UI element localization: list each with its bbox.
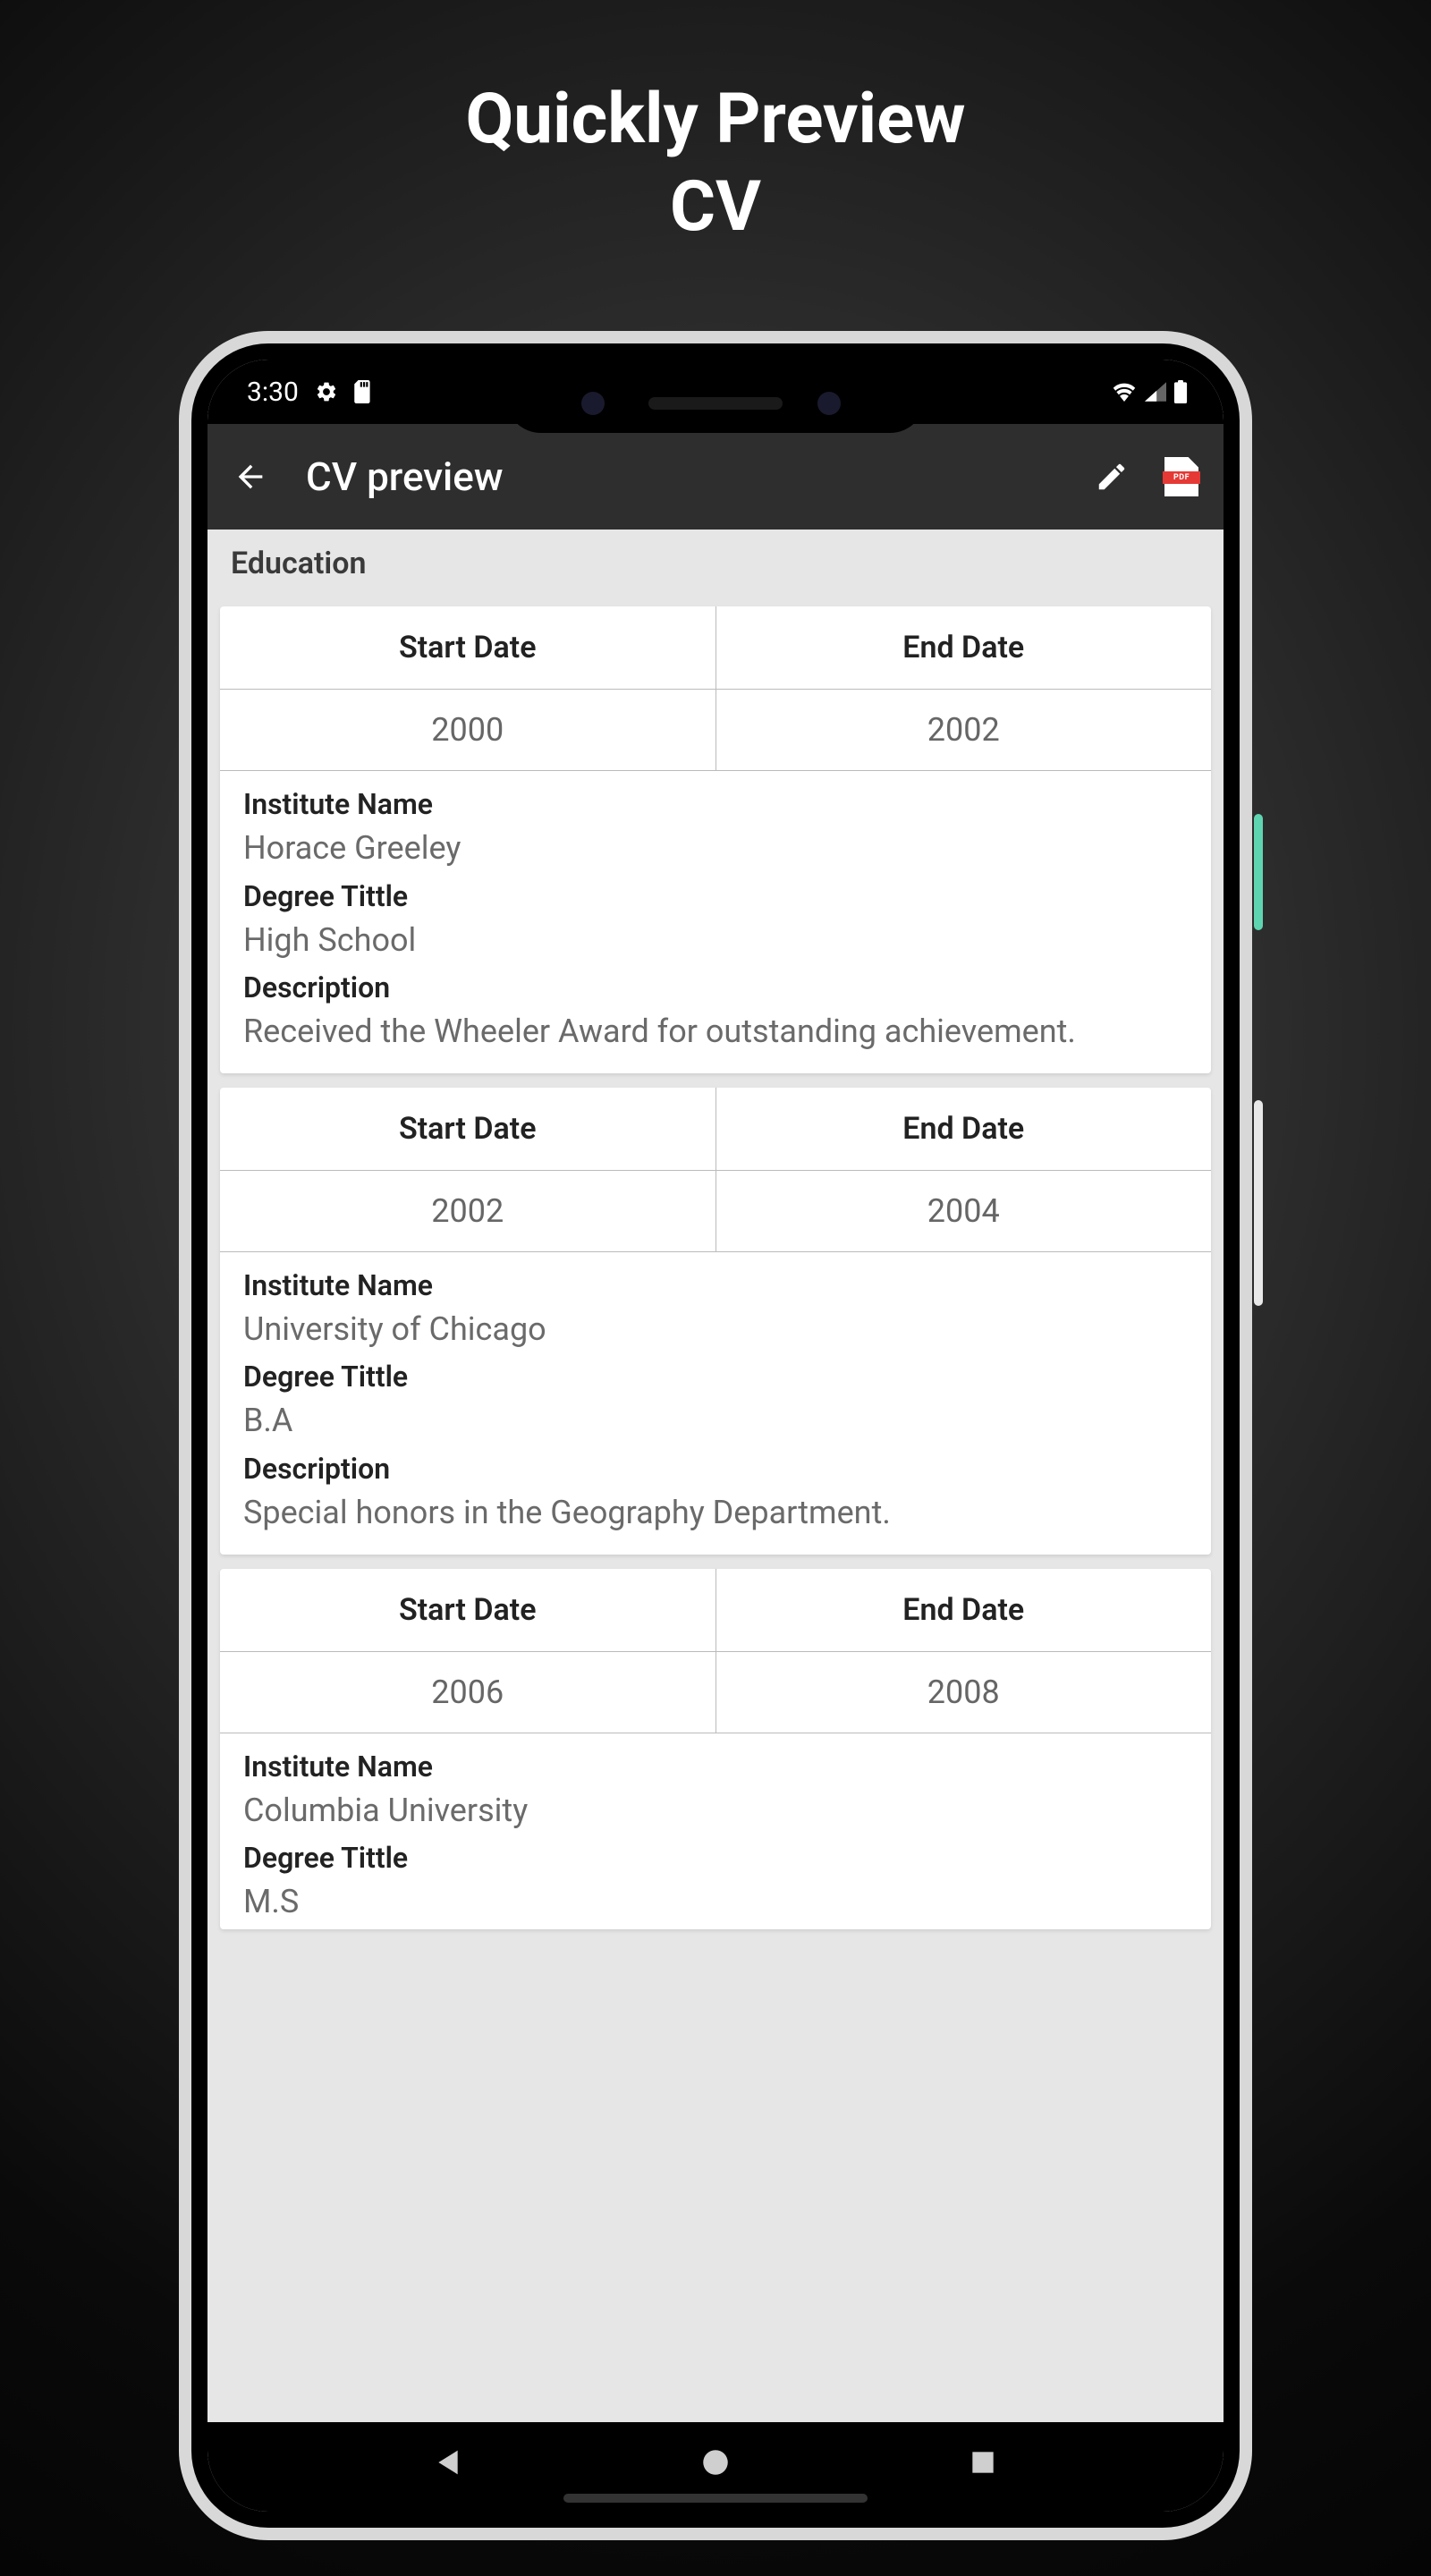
back-button[interactable] xyxy=(233,459,268,495)
degree-value: B.A xyxy=(243,1399,1188,1443)
nav-bar xyxy=(207,2422,1224,2512)
degree-value: M.S xyxy=(243,1880,1188,1924)
institute-label: Institute Name xyxy=(243,1750,1188,1784)
section-header-education: Education xyxy=(207,530,1224,597)
pdf-label: PDF xyxy=(1163,471,1200,484)
education-card: Start Date 2000 End Date 2002 Institute … xyxy=(220,606,1211,1073)
nav-back-button[interactable] xyxy=(432,2446,464,2479)
degree-label: Degree Tittle xyxy=(243,1360,1188,1394)
institute-label: Institute Name xyxy=(243,1268,1188,1302)
start-date-value: 2002 xyxy=(220,1171,716,1251)
education-card: Start Date 2006 End Date 2008 Institute … xyxy=(220,1569,1211,1929)
content-scroll[interactable]: Education Start Date 2000 End Date 2002 xyxy=(207,530,1224,2422)
end-date-value: 2002 xyxy=(716,690,1212,770)
power-button xyxy=(1254,814,1263,930)
gear-icon xyxy=(315,380,338,403)
education-card: Start Date 2002 End Date 2004 Institute … xyxy=(220,1088,1211,1555)
promo-line2: CV xyxy=(0,164,1431,251)
description-label: Description xyxy=(243,970,1188,1004)
notch xyxy=(505,360,926,433)
wifi-icon xyxy=(1111,382,1138,402)
institute-value: Horace Greeley xyxy=(243,826,1188,870)
battery-icon xyxy=(1173,380,1188,403)
start-date-header: Start Date xyxy=(220,606,716,690)
start-date-header: Start Date xyxy=(220,1569,716,1652)
end-date-header: End Date xyxy=(716,1088,1212,1171)
degree-label: Degree Tittle xyxy=(243,879,1188,913)
page-title: CV preview xyxy=(306,453,1057,500)
description-value: Received the Wheeler Award for outstandi… xyxy=(243,1010,1188,1054)
nav-recent-button[interactable] xyxy=(967,2446,999,2479)
description-value: Special honors in the Geography Departme… xyxy=(243,1491,1188,1535)
institute-label: Institute Name xyxy=(243,787,1188,821)
promo-title: Quickly Preview CV xyxy=(0,0,1431,250)
end-date-header: End Date xyxy=(716,606,1212,690)
end-date-value: 2004 xyxy=(716,1171,1212,1251)
end-date-value: 2008 xyxy=(716,1652,1212,1733)
degree-value: High School xyxy=(243,919,1188,962)
start-date-value: 2000 xyxy=(220,690,716,770)
start-date-value: 2006 xyxy=(220,1652,716,1733)
status-time: 3:30 xyxy=(247,377,299,408)
signal-icon xyxy=(1145,382,1166,402)
start-date-header: Start Date xyxy=(220,1088,716,1171)
volume-button xyxy=(1254,1100,1263,1306)
end-date-header: End Date xyxy=(716,1569,1212,1652)
sd-card-icon xyxy=(354,380,372,403)
home-indicator xyxy=(563,2494,868,2503)
institute-value: Columbia University xyxy=(243,1789,1188,1833)
degree-label: Degree Tittle xyxy=(243,1841,1188,1875)
export-pdf-button[interactable]: PDF xyxy=(1164,457,1198,496)
app-bar: CV preview PDF xyxy=(207,424,1224,530)
description-label: Description xyxy=(243,1452,1188,1486)
promo-line1: Quickly Preview xyxy=(0,76,1431,164)
institute-value: University of Chicago xyxy=(243,1308,1188,1352)
edit-button[interactable] xyxy=(1095,460,1129,494)
nav-home-button[interactable] xyxy=(699,2446,732,2479)
phone-frame: 3:30 xyxy=(179,331,1252,2540)
